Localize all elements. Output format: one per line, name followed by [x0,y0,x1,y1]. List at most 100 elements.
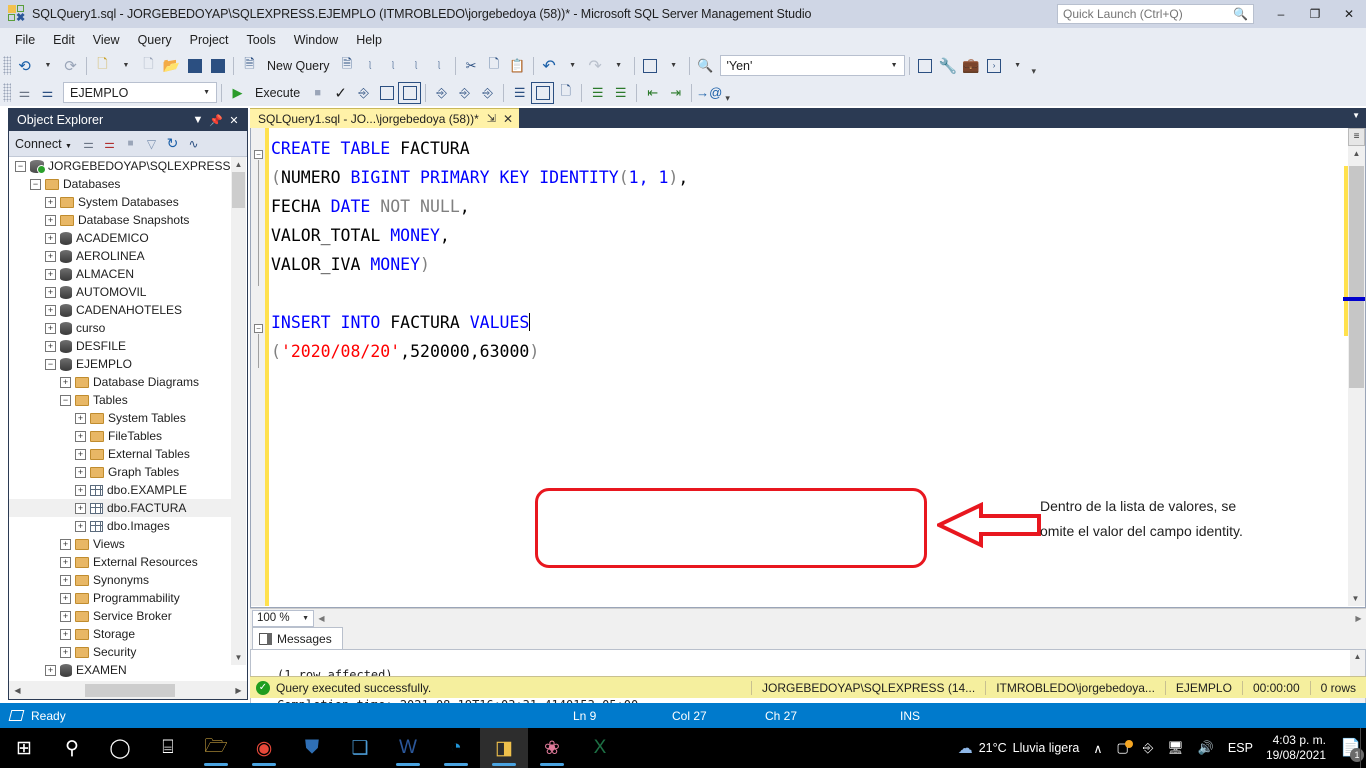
edge-button[interactable]: ◔ [432,728,480,768]
results-to-text-icon[interactable]: ☰ [508,82,531,104]
tree-node[interactable]: + Database Snapshots [9,211,232,229]
expand-icon[interactable]: + [60,610,71,622]
activity-monitor-icon[interactable]: ∿ [183,137,204,151]
tree-node[interactable]: + dbo.Images [9,517,232,535]
weather-widget[interactable]: ☁ 21°C Lluvia ligera [951,739,1087,757]
close-button[interactable]: ✕ [1332,0,1366,28]
scrollbar-thumb[interactable] [1349,166,1364,388]
scroll-up-icon[interactable]: ▲ [1350,650,1365,664]
new-dax-query-icon[interactable]: ⎱ [428,55,451,77]
tree-node[interactable]: + ALMACEN [9,265,232,283]
menu-item-view[interactable]: View [84,30,129,50]
tree-node[interactable]: + Security [9,643,232,661]
menu-item-tools[interactable]: Tools [238,30,285,50]
menu-item-help[interactable]: Help [347,30,391,50]
tree-node[interactable]: + dbo.FACTURA [9,499,232,517]
menu-item-query[interactable]: Query [129,30,181,50]
registered-servers-icon[interactable] [639,55,662,77]
file-explorer-button[interactable]: 🗁 [192,728,240,768]
increase-indent-icon[interactable]: ⇥ [664,82,687,104]
chevron-down-icon[interactable]: ▼ [302,615,309,622]
redo-dropdown-icon[interactable]: ▼ [607,55,630,77]
expand-icon[interactable]: + [60,376,71,388]
horizontal-scrollbar-track[interactable] [329,611,1351,626]
wrench-icon[interactable]: 🔧 [937,55,960,77]
chevron-down-icon[interactable]: ▼ [1352,111,1360,120]
new-xmla-query-icon[interactable]: ⎱ [405,55,428,77]
editor-zoom-combo[interactable]: 100 % ▼ [252,609,314,627]
collapse-icon[interactable]: − [15,160,26,172]
toolbox-icon[interactable]: 💼 [960,55,983,77]
windows-security-button[interactable]: ⛊ [288,728,336,768]
new-project-icon[interactable]: 🗋 [91,55,114,77]
scroll-left-icon[interactable]: ◀ [314,614,329,623]
scroll-right-icon[interactable]: ▶ [1351,614,1366,623]
new-analysis-query-icon[interactable]: 🗎 [336,55,359,77]
connect-button[interactable]: Connect ▼ [15,137,72,151]
expand-icon[interactable]: + [60,646,71,658]
expand-icon[interactable]: + [45,322,56,334]
close-icon[interactable]: ✕ [503,112,513,126]
new-query-label[interactable]: New Query [261,59,336,73]
fold-collapse-icon-1[interactable]: − [254,150,263,159]
tree-node[interactable]: + Storage [9,625,232,643]
tray-expand-chevron-icon[interactable]: ∧ [1086,741,1109,756]
tree-node[interactable]: − EJEMPLO [9,355,232,373]
menu-item-project[interactable]: Project [181,30,238,50]
expand-icon[interactable]: + [75,466,86,478]
currency-combo[interactable]: 'Yen' ▼ [719,55,905,76]
split-view-icon[interactable]: ≡ [1348,128,1365,146]
clock[interactable]: 4:03 p. m. 19/08/2021 [1260,733,1336,763]
execute-icon[interactable]: ▶ [226,82,249,104]
new-project-dropdown-icon[interactable]: ▼ [114,55,137,77]
show-desktop-button[interactable] [1360,728,1366,768]
object-explorer-tree[interactable]: − JORGEBEDOYAP\SQLEXPRESS (S − Databases + Sy… [9,157,247,681]
pin-icon[interactable]: ⇲ [487,112,496,125]
sql-editor[interactable]: − − CREATE TABLE FACTURA (NUMERO BIGINT P… [250,128,1366,608]
collapse-icon[interactable]: − [60,394,71,406]
console-dropdown-icon[interactable]: ▼ [1006,55,1029,77]
search-button[interactable]: ⚲ [48,728,96,768]
tree-node[interactable]: + System Tables [9,409,232,427]
ssms-button[interactable]: ◨ [480,728,528,768]
open-file-icon[interactable]: 📂 [160,55,183,77]
scroll-left-icon[interactable]: ◀ [10,686,25,695]
expand-icon[interactable]: + [60,628,71,640]
tree-node[interactable]: + Service Broker [9,607,232,625]
toolbar2-overflow-icon[interactable]: ▾ [725,93,730,106]
tree-node[interactable]: + Graph Tables [9,463,232,481]
network-icon[interactable]: ⎆ [1136,740,1160,756]
cut-icon[interactable]: ✂ [460,55,483,77]
menu-item-edit[interactable]: Edit [44,30,84,50]
connect-icon[interactable]: ⚌ [78,137,99,151]
parse-icon[interactable]: ✓ [329,82,352,104]
expand-icon[interactable]: + [75,502,86,514]
tab-sqlquery1[interactable]: SQLQuery1.sql - JO...\jorgebedoya (58))*… [250,108,520,128]
undo-icon[interactable]: ↶ [538,55,561,77]
toolbar2-grip[interactable] [3,83,11,102]
word-button[interactable]: W [384,728,432,768]
chevron-down-icon[interactable]: ▼ [203,89,210,96]
object-explorer-vertical-scrollbar[interactable]: ▲ ▼ [231,157,246,665]
scroll-down-icon[interactable]: ▼ [231,650,246,665]
tree-node[interactable]: + dbo.EXAMPLE [9,481,232,499]
editor-vertical-scrollbar[interactable]: ≡ ▲ ▼ [1343,128,1365,606]
sqlcmd-mode-icon[interactable]: ⎆ [476,82,499,104]
expand-icon[interactable]: + [45,232,56,244]
fold-collapse-icon-2[interactable]: − [254,324,263,333]
expand-icon[interactable]: + [45,268,56,280]
remote-desktop-button[interactable]: ❑ [336,728,384,768]
scrollbar-thumb[interactable] [232,172,245,208]
results-to-grid-icon[interactable] [531,81,555,104]
refresh-icon[interactable]: ↻ [162,135,183,152]
expand-icon[interactable]: + [75,412,86,424]
chevron-down-icon[interactable]: ▼ [189,114,207,126]
decrease-indent-icon[interactable]: ⇤ [641,82,664,104]
expand-icon[interactable]: + [75,520,86,532]
volume-icon[interactable]: 🔊 [1191,740,1221,756]
expand-icon[interactable]: + [60,538,71,550]
maximize-button[interactable]: ❐ [1298,0,1332,28]
connect-dropdown-icon[interactable]: ▼ [36,55,59,77]
close-icon[interactable]: ✕ [225,114,243,127]
chrome-button[interactable]: ◉ [240,728,288,768]
